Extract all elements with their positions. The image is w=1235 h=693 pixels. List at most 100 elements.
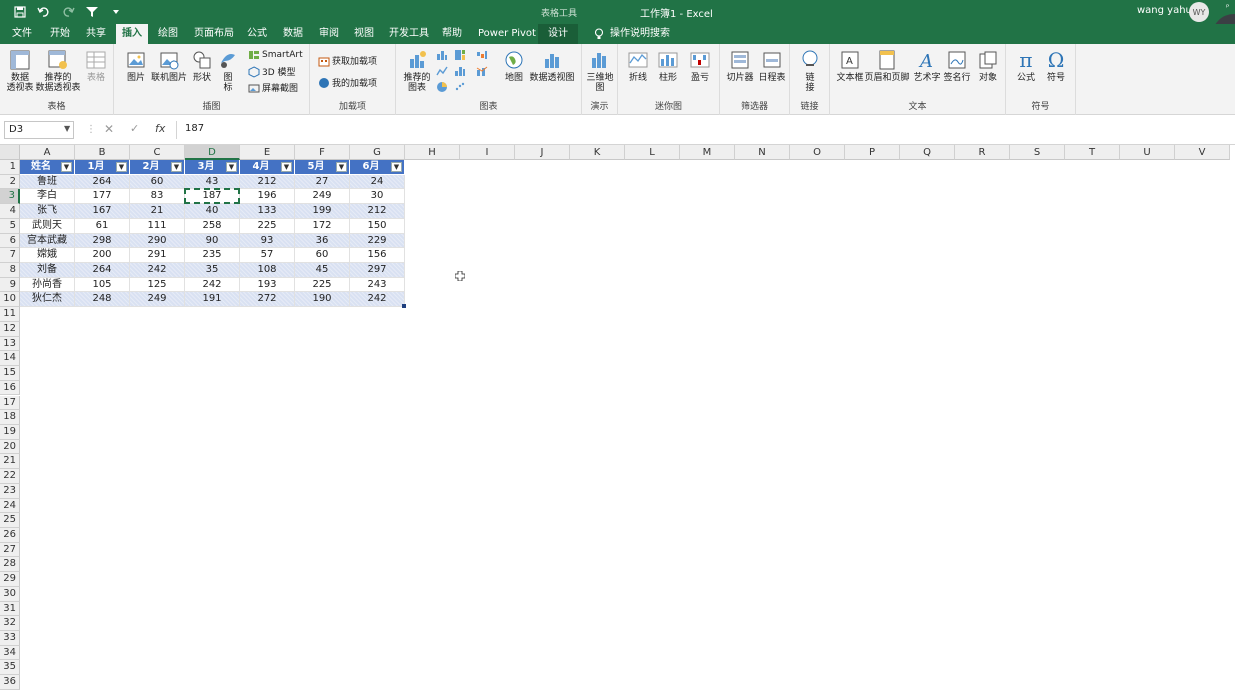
3d-map-button[interactable]: 三维地 图 bbox=[585, 49, 615, 93]
maps-button[interactable]: 地图 bbox=[500, 49, 528, 83]
row-header-18[interactable]: 18 bbox=[0, 410, 20, 425]
table-cell[interactable]: 李白 bbox=[20, 189, 75, 205]
row-header-35[interactable]: 35 bbox=[0, 660, 20, 676]
line-chart-menu[interactable] bbox=[436, 65, 450, 77]
row-header-20[interactable]: 20 bbox=[0, 439, 20, 455]
avatar[interactable]: WY bbox=[1189, 2, 1209, 22]
column-header-a[interactable]: A bbox=[20, 145, 75, 160]
pie-chart-menu[interactable] bbox=[436, 81, 450, 93]
row-header-26[interactable]: 26 bbox=[0, 528, 20, 543]
tab-developer[interactable]: 开发工具 bbox=[385, 24, 433, 44]
table-cell[interactable]: 248 bbox=[75, 292, 130, 308]
column-header-g[interactable]: G bbox=[350, 145, 405, 160]
tab-page-layout[interactable]: 页面布局 bbox=[190, 24, 238, 44]
table-cell[interactable]: 191 bbox=[185, 292, 240, 308]
row-header-36[interactable]: 36 bbox=[0, 675, 20, 690]
row-header-10[interactable]: 10 bbox=[0, 292, 20, 308]
column-header-o[interactable]: O bbox=[790, 145, 845, 160]
pivot-table-button[interactable]: 数据 透视表 bbox=[5, 49, 35, 93]
row-header-31[interactable]: 31 bbox=[0, 601, 20, 617]
worksheet-grid[interactable]: A B C D E F G H I J K L M N O P Q R S T U V 1 2 3 4 5 6 7 8 9 10 11 12 13 1… bbox=[0, 145, 1235, 693]
table-cell[interactable]: 156 bbox=[350, 248, 405, 263]
cancel-icon[interactable]: ✕ bbox=[104, 122, 114, 136]
table-cell[interactable]: 24 bbox=[350, 174, 405, 190]
column-header-l[interactable]: L bbox=[625, 145, 680, 160]
table-cell[interactable]: 291 bbox=[130, 248, 185, 263]
table-cell[interactable]: 张飞 bbox=[20, 204, 75, 219]
table-button[interactable]: 表格 bbox=[82, 49, 110, 83]
row-header-1[interactable]: 1 bbox=[0, 160, 20, 175]
sparkline-winloss-button[interactable]: 盈亏 bbox=[686, 49, 714, 83]
table-cell[interactable]: 105 bbox=[75, 277, 130, 293]
undo-button[interactable] bbox=[34, 3, 54, 21]
waterfall-chart-menu[interactable] bbox=[476, 49, 490, 61]
statistic-chart-menu[interactable] bbox=[454, 65, 468, 77]
row-header-22[interactable]: 22 bbox=[0, 469, 20, 484]
tell-me-search[interactable]: 操作说明搜索 bbox=[590, 24, 674, 44]
tab-share[interactable]: 共享 bbox=[82, 24, 110, 44]
user-name[interactable]: wang yahui bbox=[1137, 5, 1195, 16]
table-cell[interactable]: 61 bbox=[75, 218, 130, 234]
filter-dropdown-icon[interactable]: ▼ bbox=[281, 162, 292, 172]
textbox-button[interactable]: A 文本框 bbox=[834, 49, 866, 83]
column-header-f[interactable]: F bbox=[295, 145, 350, 160]
filter-dropdown-icon[interactable]: ▼ bbox=[116, 162, 127, 172]
column-header-s[interactable]: S bbox=[1010, 145, 1065, 160]
row-header-19[interactable]: 19 bbox=[0, 424, 20, 440]
row-header-8[interactable]: 8 bbox=[0, 263, 20, 278]
table-cell[interactable]: 57 bbox=[240, 248, 295, 263]
combo-chart-menu[interactable] bbox=[476, 65, 490, 77]
table-cell[interactable]: 150 bbox=[350, 218, 405, 234]
table-cell[interactable]: 193 bbox=[240, 277, 295, 293]
row-header-27[interactable]: 27 bbox=[0, 542, 20, 558]
row-header-23[interactable]: 23 bbox=[0, 483, 20, 499]
object-button[interactable]: 对象 bbox=[974, 49, 1002, 83]
tab-view[interactable]: 视图 bbox=[350, 24, 378, 44]
tab-review[interactable]: 审阅 bbox=[315, 24, 343, 44]
sparkline-column-button[interactable]: 柱形 bbox=[654, 49, 682, 83]
shapes-button[interactable]: 形状 bbox=[190, 49, 214, 83]
table-cell[interactable]: 272 bbox=[240, 292, 295, 308]
table-cell[interactable]: 242 bbox=[350, 292, 405, 308]
column-header-u[interactable]: U bbox=[1120, 145, 1175, 160]
column-header-v[interactable]: V bbox=[1175, 145, 1230, 160]
table-cell[interactable]: 60 bbox=[130, 174, 185, 190]
wordart-button[interactable]: A 艺术字 bbox=[912, 49, 942, 83]
tab-insert[interactable]: 插入 bbox=[116, 24, 148, 44]
row-header-11[interactable]: 11 bbox=[0, 307, 20, 322]
table-cell[interactable]: 298 bbox=[75, 233, 130, 249]
scatter-chart-menu[interactable] bbox=[454, 81, 468, 93]
tab-design[interactable]: 设计 bbox=[538, 24, 578, 44]
tab-help[interactable]: 帮助 bbox=[438, 24, 466, 44]
customize-qat-button[interactable] bbox=[106, 3, 126, 21]
column-header-b[interactable]: B bbox=[75, 145, 130, 160]
filter-button[interactable] bbox=[82, 3, 102, 21]
column-header-p[interactable]: P bbox=[845, 145, 900, 160]
row-header-5[interactable]: 5 bbox=[0, 218, 20, 234]
table-header-cell[interactable]: 6月 ▼ bbox=[350, 160, 405, 175]
signature-line-button[interactable]: 签名行 bbox=[942, 49, 972, 83]
column-header-m[interactable]: M bbox=[680, 145, 735, 160]
timeline-button[interactable]: 日程表 bbox=[756, 49, 788, 83]
column-header-d[interactable]: D bbox=[185, 145, 240, 160]
symbol-button[interactable]: Ω 符号 bbox=[1042, 49, 1070, 83]
table-cell[interactable]: 190 bbox=[295, 292, 350, 308]
table-cell[interactable]: 宫本武藏 bbox=[20, 233, 75, 249]
table-cell[interactable]: 235 bbox=[185, 248, 240, 263]
table-cell[interactable]: 242 bbox=[185, 277, 240, 293]
table-cell[interactable]: 200 bbox=[75, 248, 130, 263]
column-header-n[interactable]: N bbox=[735, 145, 790, 160]
insert-function-button[interactable]: fx bbox=[155, 122, 165, 135]
row-header-12[interactable]: 12 bbox=[0, 321, 20, 337]
my-addins-button[interactable]: 我的加载项 bbox=[318, 76, 377, 89]
sparkline-line-button[interactable]: 折线 bbox=[624, 49, 652, 83]
table-cell[interactable]: 鲁班 bbox=[20, 174, 75, 190]
table-cell[interactable]: 30 bbox=[350, 189, 405, 205]
table-cell[interactable]: 嫦娥 bbox=[20, 248, 75, 263]
table-cell[interactable]: 297 bbox=[350, 263, 405, 278]
table-cell[interactable]: 249 bbox=[130, 292, 185, 308]
row-header-2[interactable]: 2 bbox=[0, 174, 20, 190]
table-cell[interactable]: 90 bbox=[185, 233, 240, 249]
table-cell[interactable]: 125 bbox=[130, 277, 185, 293]
row-header-33[interactable]: 33 bbox=[0, 631, 20, 646]
